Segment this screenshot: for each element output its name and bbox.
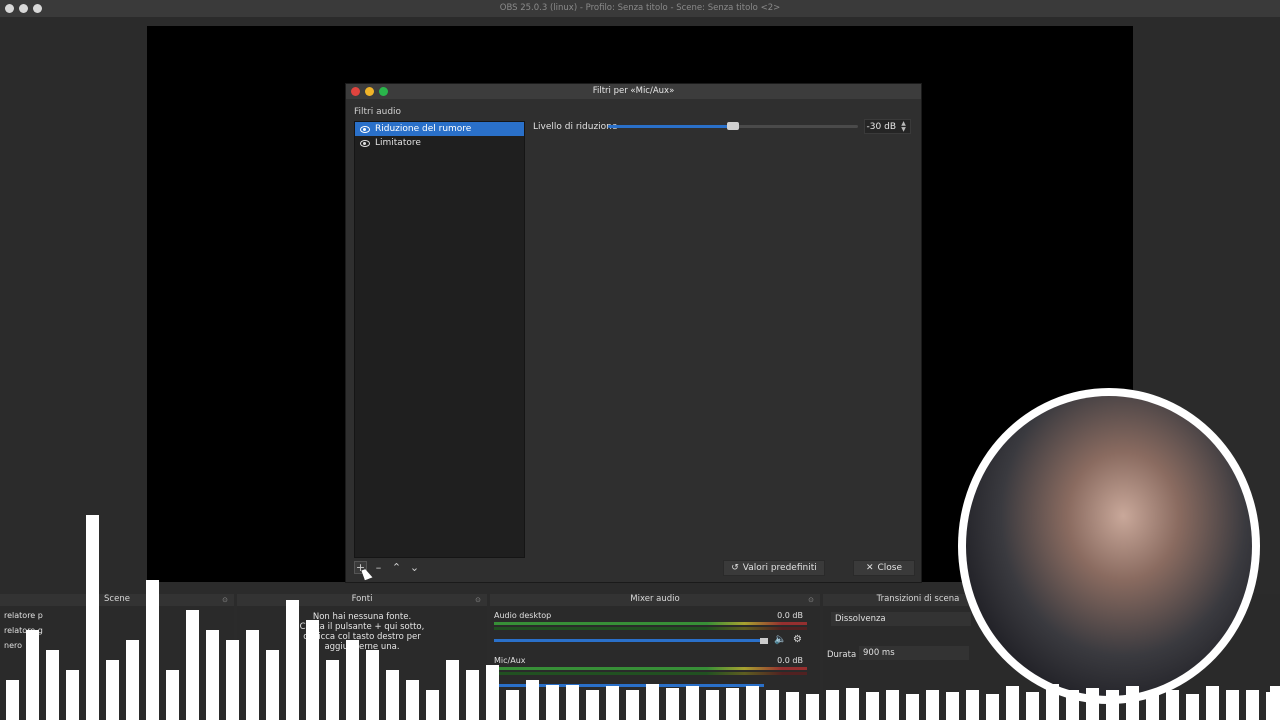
- volume-slider[interactable]: [494, 684, 764, 687]
- move-up-button[interactable]: ⌃: [390, 561, 403, 574]
- empty-line: Non hai nessuna fonte.: [312, 612, 412, 622]
- channel-db: 0.0 dB: [777, 611, 803, 620]
- slider-handle[interactable]: [727, 122, 739, 130]
- channel-name: Mic/Aux: [494, 656, 526, 665]
- sources-dock-title: Fonti ⊙: [237, 594, 487, 606]
- chevron-up-icon: ⌃: [391, 561, 402, 574]
- mixer-dock-title-text: Mixer audio: [630, 594, 680, 604]
- empty-line: Clicca il pulsante + qui sotto,: [299, 622, 425, 632]
- audio-filters-label: Filtri audio: [354, 107, 402, 117]
- level-meter: [494, 622, 807, 625]
- volume-slider-handle[interactable]: [760, 638, 768, 644]
- speaker-icon[interactable]: 🔈: [774, 634, 786, 645]
- sources-empty-message: Non hai nessuna fonte. Clicca il pulsant…: [237, 612, 487, 652]
- dialog-titlebar: Filtri per «Mic/Aux»: [346, 84, 921, 99]
- channel-db: 0.0 dB: [777, 656, 803, 665]
- filter-item-limiter[interactable]: Limitatore: [355, 136, 524, 150]
- volume-slider[interactable]: [494, 639, 764, 642]
- channel-name: Audio desktop: [494, 611, 552, 620]
- pin-icon[interactable]: ⊙: [222, 596, 228, 604]
- level-meter: [494, 627, 807, 630]
- level-meter: [494, 672, 807, 675]
- filter-item-label: Riduzione del rumore: [375, 124, 472, 134]
- webcam-video: [966, 396, 1252, 696]
- close-button[interactable]: ✕ Close: [853, 560, 915, 576]
- close-icon: ✕: [865, 563, 874, 573]
- empty-line: o clicca col tasto destro per: [303, 632, 421, 642]
- scene-dock: Scene ⊙ relatore p relatore g nero: [0, 594, 234, 720]
- slider-fill: [608, 125, 733, 128]
- pin-icon[interactable]: ⊙: [808, 596, 814, 604]
- gear-icon[interactable]: ⚙: [793, 634, 802, 645]
- app-title: OBS 25.0.3 (linux) - Profilo: Senza tito…: [499, 3, 781, 13]
- scene-dock-title-text: Scene: [104, 594, 130, 604]
- remove-filter-button[interactable]: –: [372, 561, 385, 574]
- spin-arrows-icon[interactable]: ▲ ▼: [898, 120, 909, 133]
- mixer-dock-title: Mixer audio ⊙: [490, 594, 820, 606]
- transition-select[interactable]: Dissolvenza: [831, 612, 971, 626]
- dialog-title: Filtri per «Mic/Aux»: [592, 86, 675, 96]
- filter-item-noise-suppression[interactable]: Riduzione del rumore: [355, 122, 524, 136]
- reduction-level-label: Livello di riduzione: [533, 122, 618, 132]
- scene-item[interactable]: relatore g: [4, 626, 43, 635]
- scene-item[interactable]: relatore p: [4, 611, 43, 620]
- undo-icon: ↺: [731, 563, 739, 573]
- empty-line: aggiungerne una.: [324, 642, 400, 652]
- move-down-button[interactable]: ⌄: [408, 561, 421, 574]
- reduction-level-spinbox[interactable]: -30 dB ▲ ▼: [864, 119, 911, 134]
- mixer-channel-desktop: Audio desktop 0.0 dB: [494, 611, 807, 620]
- sources-dock: Fonti ⊙ Non hai nessuna fonte. Clicca il …: [237, 594, 487, 720]
- mixer-channel-mic: Mic/Aux 0.0 dB: [494, 656, 807, 665]
- reduction-level-slider[interactable]: [608, 122, 858, 130]
- minus-icon: –: [375, 561, 382, 574]
- level-meter: [494, 667, 807, 670]
- transitions-dock-title-text: Transizioni di scena: [876, 594, 960, 604]
- app-titlebar: OBS 25.0.3 (linux) - Profilo: Senza tito…: [0, 0, 1280, 17]
- duration-field[interactable]: 900 ms: [859, 646, 969, 660]
- scene-dock-title: Scene ⊙: [0, 594, 234, 606]
- chevron-down-icon: ⌄: [409, 561, 420, 574]
- sources-dock-title-text: Fonti: [351, 594, 373, 604]
- duration-label: Durata: [827, 650, 857, 660]
- eye-icon[interactable]: [360, 125, 370, 133]
- defaults-button-label: Valori predefiniti: [742, 563, 817, 573]
- filter-list: Riduzione del rumore Limitatore: [354, 121, 525, 558]
- scene-item[interactable]: nero: [4, 641, 22, 650]
- filters-dialog: Filtri per «Mic/Aux» Filtri audio Riduzi…: [345, 83, 922, 583]
- filter-item-label: Limitatore: [375, 138, 421, 148]
- pin-icon[interactable]: ⊙: [475, 596, 481, 604]
- spinbox-value: -30 dB: [866, 121, 896, 132]
- close-button-label: Close: [877, 563, 903, 573]
- defaults-button[interactable]: ↺ Valori predefiniti: [723, 560, 825, 576]
- audio-mixer-dock: Mixer audio ⊙ Audio desktop 0.0 dB 🔈 ⚙ Mi…: [490, 594, 820, 720]
- eye-icon[interactable]: [360, 139, 370, 147]
- webcam-overlay: [958, 388, 1260, 704]
